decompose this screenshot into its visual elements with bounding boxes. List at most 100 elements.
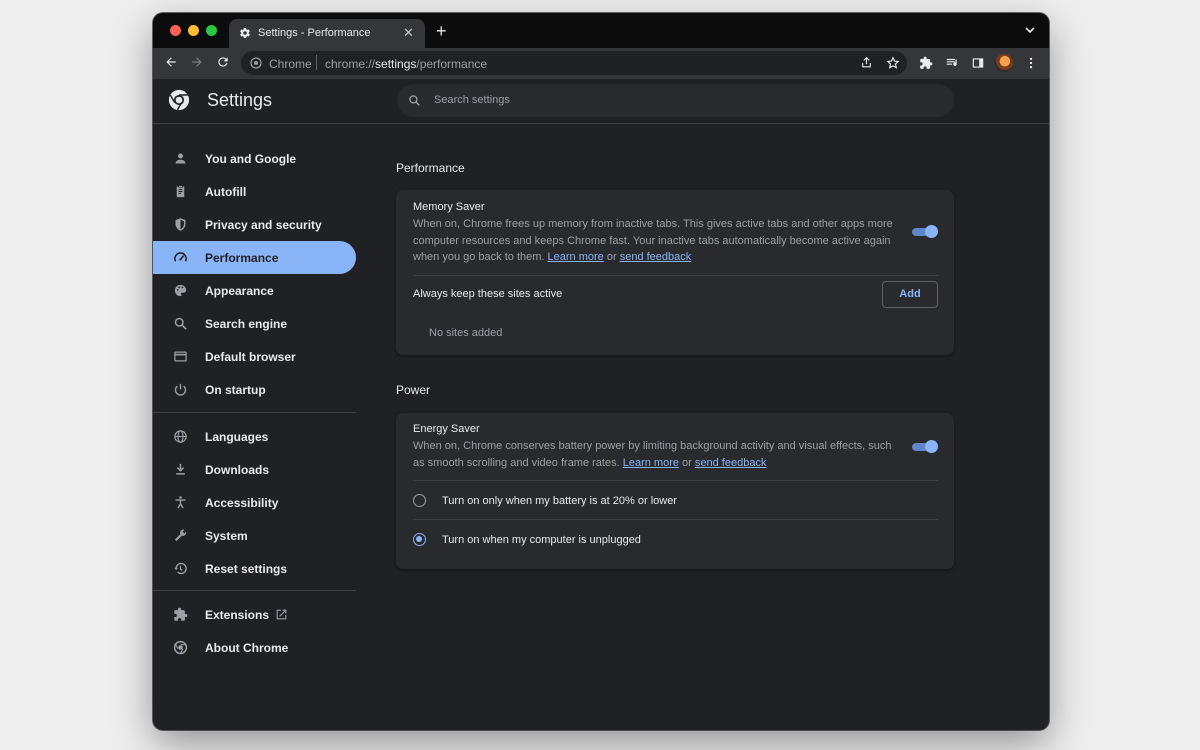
url-prefix: chrome://: [325, 57, 376, 71]
page-title: Settings: [207, 90, 273, 110]
shield-icon: [175, 218, 186, 231]
search-placeholder: Search settings: [434, 94, 510, 106]
always-active-sites-title: Always keep these sites active: [413, 288, 563, 300]
browser-toolbar: Chrome chrome://settings/performance: [153, 48, 1049, 79]
add-site-button[interactable]: Add: [882, 281, 938, 308]
globe-icon: [174, 430, 187, 443]
side-panel-icon[interactable]: [971, 56, 985, 70]
sidebar-divider: [153, 412, 356, 413]
sidebar-item-about-chrome[interactable]: About Chrome: [153, 631, 356, 664]
browser-window: Settings - Performance ✕ + Chrome chrome…: [153, 13, 1049, 730]
search-icon: [409, 95, 420, 106]
sidebar-item-accessibility[interactable]: Accessibility: [153, 486, 356, 519]
star-icon[interactable]: [886, 56, 900, 70]
sidebar-item-privacy-and-security[interactable]: Privacy and security: [153, 208, 356, 241]
person-icon: [175, 153, 186, 164]
card-divider: [413, 519, 938, 520]
card-divider: [413, 275, 938, 276]
omnibox-url[interactable]: chrome://settings/performance: [325, 57, 487, 71]
sidebar-item-you-and-google[interactable]: You and Google: [153, 142, 356, 175]
sidebar-item-label: Downloads: [205, 463, 270, 477]
tab-strip: Settings - Performance ✕ +: [153, 13, 1049, 49]
speedometer-icon: [174, 252, 187, 262]
sidebar-item-reset-settings[interactable]: Reset settings: [153, 552, 356, 585]
settings-sidebar: You and Google Autofill Privacy and secu…: [153, 124, 373, 730]
browser-icon: [174, 351, 187, 362]
sidebar-item-label: Search engine: [205, 317, 288, 331]
palette-icon: [174, 284, 187, 297]
reading-list-icon[interactable]: [945, 56, 959, 70]
reload-icon[interactable]: [216, 55, 230, 69]
sidebar-item-label: You and Google: [205, 152, 297, 166]
sidebar-item-label: Reset settings: [205, 562, 288, 576]
accessibility-icon: [175, 496, 186, 509]
avatar[interactable]: [995, 54, 1013, 72]
omnibox-separator: [316, 55, 317, 70]
sidebar-item-label: System: [205, 529, 248, 543]
power-section-title: Power: [396, 383, 431, 397]
sidebar-item-label: On startup: [205, 383, 266, 397]
new-tab-button[interactable]: +: [436, 22, 447, 40]
unplugged-label: Turn on when my computer is unplugged: [442, 534, 641, 546]
sidebar-item-default-browser[interactable]: Default browser: [153, 340, 356, 373]
energy-saver-description: When on, Chrome conserves battery power …: [413, 438, 899, 471]
sidebar-item-appearance[interactable]: Appearance: [153, 274, 356, 307]
power-icon: [174, 383, 187, 396]
memory-saver-send-feedback-link[interactable]: send feedback: [620, 251, 692, 263]
performance-section-title: Performance: [396, 161, 465, 175]
more-icon[interactable]: [1024, 56, 1038, 70]
sidebar-item-system[interactable]: System: [153, 519, 356, 552]
sidebar-item-languages[interactable]: Languages: [153, 420, 356, 453]
or-text: or: [682, 456, 692, 469]
memory-saver-learn-more-link[interactable]: Learn more: [548, 251, 604, 263]
restore-icon: [174, 562, 187, 575]
sidebar-item-label: Extensions: [205, 608, 270, 622]
sidebar-item-label: Default browser: [205, 350, 296, 364]
settings-header: Settings Search settings: [153, 79, 1049, 124]
extensions-icon[interactable]: [919, 56, 933, 70]
sidebar-item-on-startup[interactable]: On startup: [153, 373, 356, 406]
sidebar-item-extensions[interactable]: Extensions: [153, 598, 356, 631]
sidebar-item-label: Appearance: [205, 284, 274, 298]
address-bar[interactable]: Chrome chrome://settings/performance: [241, 51, 907, 75]
memory-saver-toggle[interactable]: [911, 225, 938, 239]
battery-20-percent-label: Turn on only when my battery is at 20% o…: [442, 495, 677, 507]
sidebar-item-downloads[interactable]: Downloads: [153, 453, 356, 486]
omnibox-chip: Chrome: [269, 57, 312, 71]
sidebar-item-performance[interactable]: Performance: [153, 241, 356, 274]
performance-card: Memory Saver When on, Chrome frees up me…: [396, 190, 954, 355]
sidebar-item-label: Privacy and security: [205, 218, 322, 232]
no-sites-added-text: No sites added: [429, 327, 503, 339]
search-settings-field[interactable]: Search settings: [397, 84, 954, 117]
sidebar-item-label: About Chrome: [205, 641, 289, 655]
or-text: or: [606, 251, 617, 263]
tab-settings-performance[interactable]: Settings - Performance ✕: [229, 19, 425, 49]
battery-20-percent-radio[interactable]: [413, 494, 426, 507]
energy-saver-send-feedback-link[interactable]: send feedback: [695, 457, 767, 469]
open-in-new-icon: [276, 609, 287, 620]
sidebar-item-label: Languages: [205, 430, 269, 444]
energy-saver-toggle[interactable]: [911, 440, 938, 454]
sidebar-divider: [153, 590, 356, 591]
gear-icon: [240, 27, 250, 39]
chrome-site-icon: [250, 57, 262, 69]
unplugged-radio[interactable]: [413, 533, 426, 546]
share-icon[interactable]: [860, 56, 873, 69]
close-tab-icon[interactable]: ✕: [403, 25, 414, 41]
zoom-window-button[interactable]: [206, 25, 217, 36]
back-icon[interactable]: [164, 55, 178, 69]
forward-icon[interactable]: [190, 55, 204, 69]
energy-saver-title: Energy Saver: [413, 423, 480, 435]
minimize-window-button[interactable]: [188, 25, 199, 36]
sidebar-item-label: Performance: [205, 251, 279, 265]
sidebar-item-autofill[interactable]: Autofill: [153, 175, 356, 208]
sidebar-item-label: Autofill: [205, 185, 247, 199]
chevron-down-icon[interactable]: [1025, 26, 1035, 34]
tab-title: Settings - Performance: [258, 27, 371, 39]
wrench-icon: [174, 529, 187, 542]
puzzle-icon: [174, 607, 188, 621]
energy-saver-learn-more-link[interactable]: Learn more: [623, 457, 679, 469]
sidebar-item-search-engine[interactable]: Search engine: [153, 307, 356, 340]
chrome-logo-icon: [168, 89, 190, 111]
close-window-button[interactable]: [170, 25, 181, 36]
